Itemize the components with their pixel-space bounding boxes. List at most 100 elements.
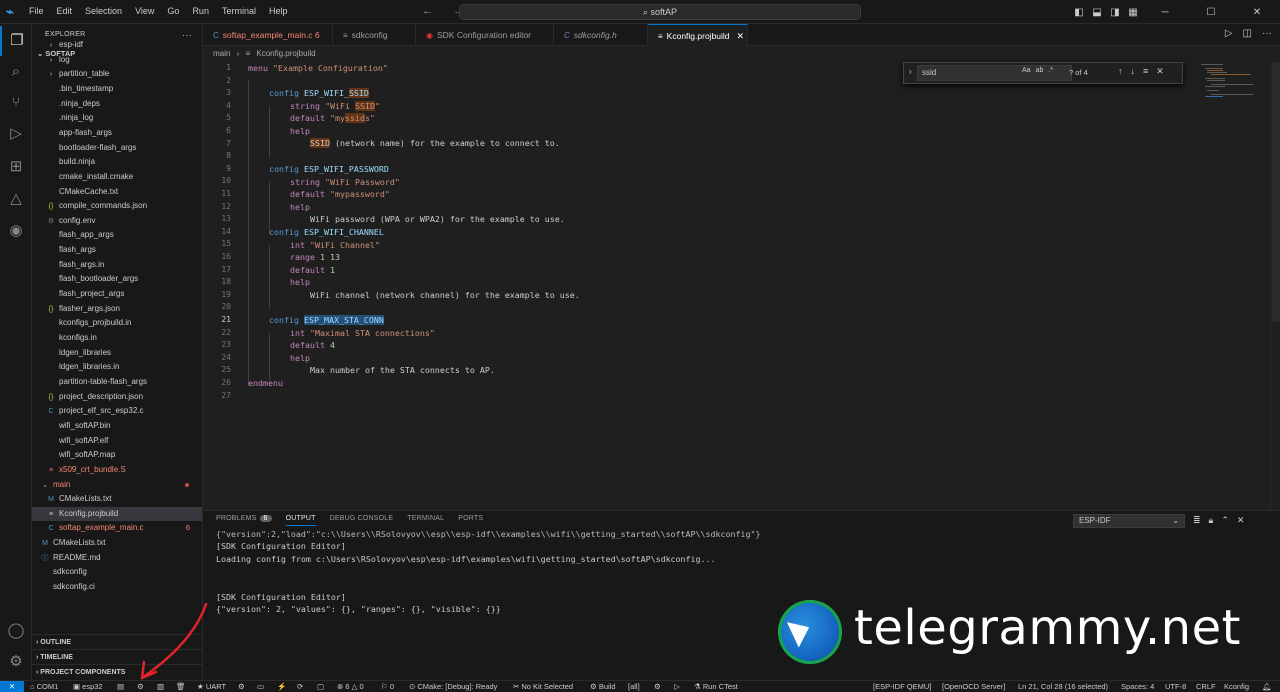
account-icon[interactable]: ◯: [0, 616, 32, 646]
problems-status[interactable]: ⊗ 6 △ 0: [337, 681, 364, 692]
folder-main[interactable]: ⌄ main: [32, 478, 202, 493]
file-item[interactable]: ⚙ config.env: [32, 214, 202, 229]
menu-go[interactable]: Go: [167, 6, 179, 16]
file-item[interactable]: M CMakeLists.txt: [32, 492, 202, 507]
find-in-selection-icon[interactable]: ≡: [1143, 66, 1148, 77]
sdk-config-icon[interactable]: ▤: [117, 681, 124, 692]
build-icon[interactable]: ⚙: [238, 681, 245, 692]
folder-item[interactable]: › partition_table: [32, 67, 202, 82]
close-tab-icon[interactable]: ✕: [737, 31, 745, 41]
output-channel-select[interactable]: ESP-IDF ⌄: [1073, 514, 1185, 528]
extensions-icon[interactable]: ⊞: [0, 152, 32, 182]
lock-icon[interactable]: 🔒︎: [1209, 515, 1214, 526]
cursor-position[interactable]: Ln 21, Col 28 (16 selected): [1018, 681, 1108, 692]
explorer-icon[interactable]: ❐: [0, 26, 32, 56]
remote-icon[interactable]: ⨯: [0, 681, 24, 692]
tab-sdkconfig[interactable]: ≡ sdkconfig: [333, 24, 416, 46]
kit-select[interactable]: ✂ No Kit Selected: [513, 681, 573, 692]
menu-run[interactable]: Run: [192, 6, 209, 16]
cmake-icon[interactable]: △: [0, 184, 32, 214]
command-center[interactable]: ⌕ softAP: [459, 4, 861, 20]
file-item[interactable]: ldgen_libraries: [32, 346, 202, 361]
file-item[interactable]: wifi_softAP.map: [32, 448, 202, 463]
file-item[interactable]: kconfigs.in: [32, 331, 202, 346]
end-of-line[interactable]: CRLF: [1196, 681, 1216, 692]
match-case-toggle[interactable]: Aa: [1022, 67, 1031, 74]
settings-gear-icon[interactable]: ⚙: [0, 647, 32, 677]
file-item[interactable]: Csoftap_example_main.c 6: [32, 521, 202, 536]
run-debug-icon[interactable]: ▷: [0, 119, 32, 149]
toggle-secondary-sidebar-icon[interactable]: ◨: [1106, 7, 1124, 18]
indentation[interactable]: Spaces: 4: [1121, 681, 1154, 692]
file-item[interactable]: wifi_softAP.bin: [32, 419, 202, 434]
file-item[interactable]: flash_bootloader_args: [32, 272, 202, 287]
menu-terminal[interactable]: Terminal: [222, 6, 256, 16]
folder-item[interactable]: › log: [32, 53, 202, 68]
flash-method-select[interactable]: ★ UART: [197, 681, 226, 692]
panel-tab-problems[interactable]: PROBLEMS 6: [216, 515, 272, 526]
build-flash-monitor-icon[interactable]: ⟳: [297, 681, 303, 692]
breadcrumb-folder[interactable]: main: [213, 49, 230, 58]
file-item[interactable]: flash_args.in: [32, 258, 202, 273]
encoding[interactable]: UTF-8: [1165, 681, 1186, 692]
folder-item[interactable]: › esp-idf: [32, 38, 202, 53]
panel-tab-ports[interactable]: PORTS: [458, 515, 483, 526]
build-button[interactable]: ⚙ Build: [590, 681, 616, 692]
menu-file[interactable]: File: [29, 6, 44, 16]
settings-gear-icon[interactable]: ⚙: [137, 681, 144, 692]
flash-icon[interactable]: ▭: [257, 681, 264, 692]
file-item[interactable]: Cproject_elf_src_esp32.c: [32, 404, 202, 419]
close-panel-icon[interactable]: ✕: [1237, 515, 1245, 526]
tab-kconfig-projbuild[interactable]: ≡ Kconfig.projbuild ✕: [648, 24, 748, 46]
language-mode[interactable]: Kconfig: [1224, 681, 1249, 692]
notifications-icon[interactable]: 🔔︎: [1262, 681, 1272, 692]
espressif-icon[interactable]: ◉: [0, 216, 32, 246]
port-select[interactable]: ⌂ COM1: [30, 681, 58, 692]
file-item[interactable]: {} project_description.json: [32, 390, 202, 405]
file-item[interactable]: ≡ Kconfig.projbuild: [32, 506, 202, 522]
more-actions-icon[interactable]: ···: [1262, 28, 1272, 39]
customize-layout-icon[interactable]: ▦: [1124, 7, 1142, 18]
back-arrow-icon[interactable]: ←: [422, 5, 433, 17]
minimap[interactable]: [1197, 62, 1267, 102]
minimize-button[interactable]: ─: [1142, 7, 1188, 18]
breadcrumb-file[interactable]: Kconfig.projbuild: [256, 49, 315, 58]
close-window-button[interactable]: ✕: [1234, 7, 1280, 18]
menu-selection[interactable]: Selection: [85, 6, 122, 16]
file-item[interactable]: CMakeCache.txt: [32, 185, 202, 200]
file-item[interactable]: sdkconfig.ci: [32, 580, 202, 595]
panel-tab-output[interactable]: OUTPUT: [285, 515, 316, 526]
debug-icon[interactable]: ⚙: [654, 681, 661, 692]
file-item[interactable]: wifi_softAP.elf: [32, 434, 202, 449]
info-status[interactable]: ⚐ 0: [381, 681, 394, 692]
file-item[interactable]: build.ninja: [32, 155, 202, 170]
file-item[interactable]: .ninja_log: [32, 111, 202, 126]
clear-output-icon[interactable]: ≣: [1193, 515, 1201, 526]
run-icon[interactable]: ▷: [1225, 28, 1233, 39]
file-item[interactable]: sdkconfig: [32, 565, 202, 580]
tab-softap-example-main[interactable]: Csoftap_example_main.c 6: [203, 24, 333, 46]
file-item[interactable]: {} compile_commands.json: [32, 199, 202, 214]
file-item[interactable]: app-flash_args: [32, 126, 202, 141]
terminal-icon[interactable]: ▢: [317, 681, 324, 692]
file-item[interactable]: ≡ x509_crt_bundle.S: [32, 463, 202, 478]
menu-help[interactable]: Help: [269, 6, 288, 16]
toggle-panel-icon[interactable]: ⬓: [1088, 7, 1106, 18]
editor-scrollbar[interactable]: [1270, 62, 1280, 510]
maximize-panel-icon[interactable]: ⌃: [1221, 515, 1229, 526]
file-item[interactable]: .ninja_deps: [32, 97, 202, 112]
build-target-select[interactable]: [all]: [628, 681, 640, 692]
file-item[interactable]: flash_args: [32, 243, 202, 258]
qemu-status[interactable]: [ESP-IDF QEMU]: [873, 681, 931, 692]
previous-match-icon[interactable]: ↑: [1118, 66, 1123, 77]
menu-view[interactable]: View: [135, 6, 154, 16]
regex-icon[interactable]: .*: [1048, 67, 1053, 74]
scrollbar-thumb[interactable]: [1272, 62, 1280, 322]
split-editor-icon[interactable]: ◫: [1243, 28, 1252, 39]
tab-sdk-config-editor[interactable]: ◉ SDK Configuration editor: [416, 24, 554, 46]
trash-icon[interactable]: 🗑︎: [176, 681, 186, 692]
file-item[interactable]: .bin_timestamp: [32, 82, 202, 97]
next-match-icon[interactable]: ↓: [1131, 66, 1136, 77]
file-item[interactable]: kconfigs_projbuild.in: [32, 316, 202, 331]
toggle-replace-chevron-icon[interactable]: ›: [909, 67, 912, 76]
